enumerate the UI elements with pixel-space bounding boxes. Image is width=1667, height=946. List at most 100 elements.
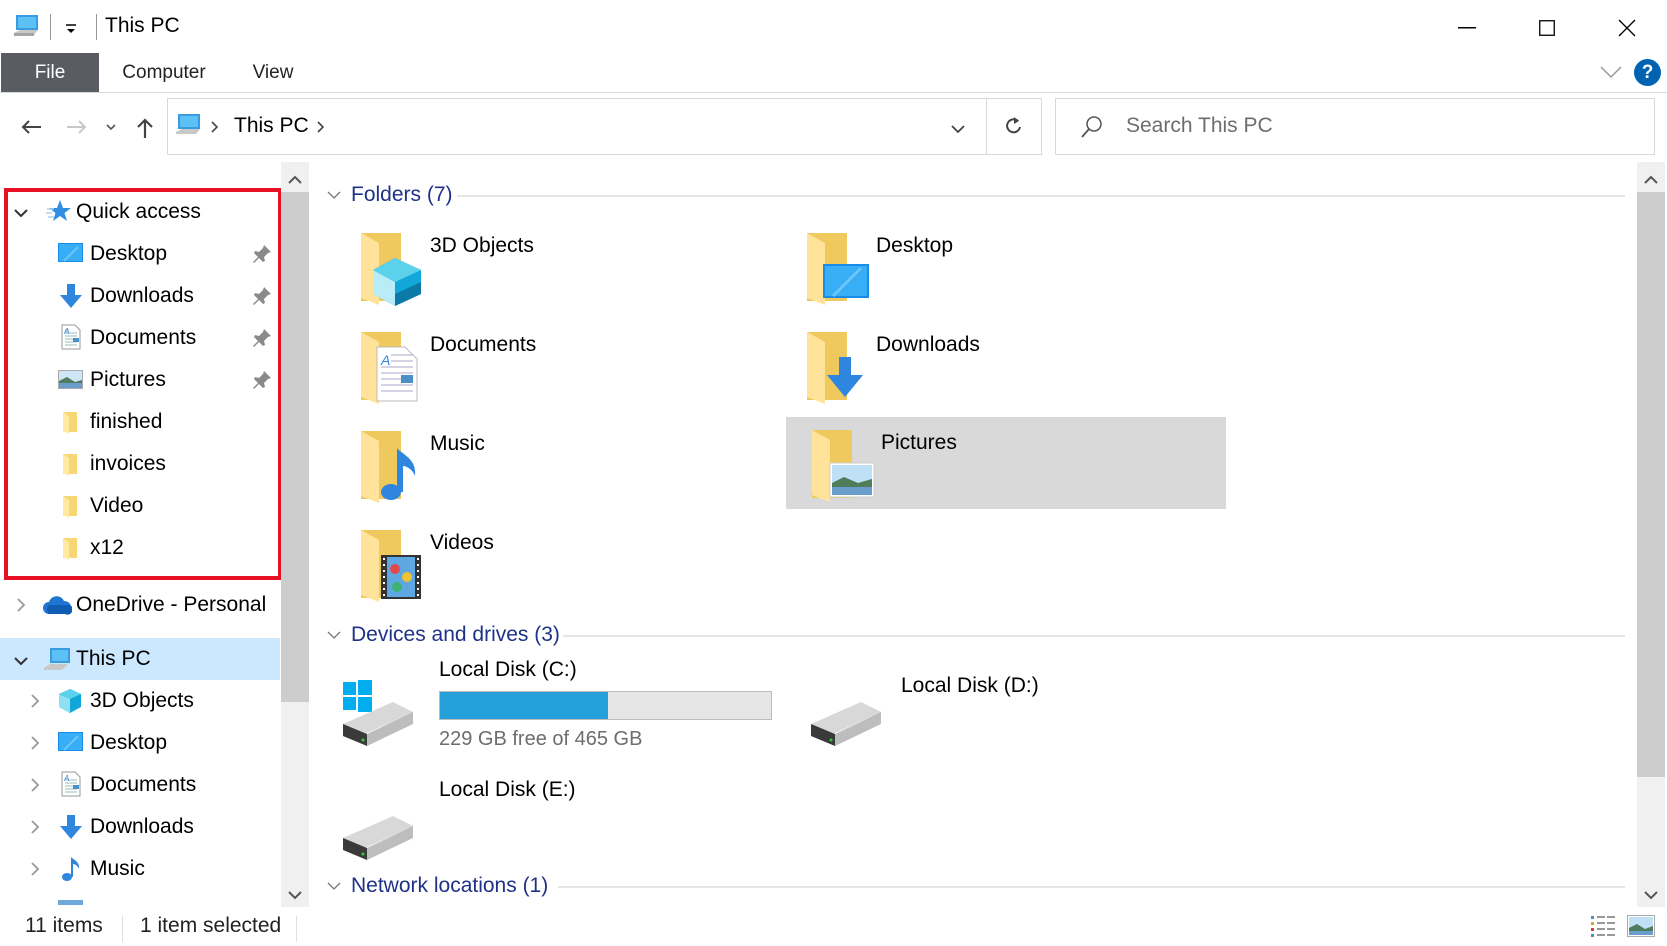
nav-label: Desktop	[90, 242, 168, 265]
nav-quick-invoices[interactable]: invoices	[0, 443, 280, 485]
chevron-right-icon[interactable]	[30, 778, 40, 797]
devices-group-header[interactable]: Devices and drives (3)	[327, 620, 560, 650]
pin-icon[interactable]	[252, 286, 272, 311]
drive-tile-d[interactable]: Local Disk (D:)	[795, 658, 1235, 768]
nav-pc-desktop[interactable]: Desktop	[0, 722, 280, 764]
folder-tile-desktop[interactable]: Desktop	[781, 220, 1221, 312]
nav-quick-x12[interactable]: x12	[0, 527, 280, 569]
videos-folder-icon	[355, 525, 427, 603]
nav-onedrive[interactable]: OneDrive - Personal	[0, 584, 280, 626]
drive-icon	[339, 812, 415, 867]
nav-this-pc[interactable]: This PC	[0, 638, 280, 680]
downloads-icon	[59, 283, 83, 314]
folder-icon	[61, 452, 79, 481]
this-pc-icon[interactable]	[12, 12, 42, 45]
folder-tile-music[interactable]: Music	[335, 418, 775, 510]
quick-access-toolbar-dropdown-icon[interactable]	[64, 22, 78, 40]
downloads-icon	[59, 814, 83, 845]
chevron-down-icon[interactable]	[14, 205, 28, 223]
content-scrollbar-thumb[interactable]	[1637, 192, 1665, 777]
nav-quick-access[interactable]: Quick access	[0, 191, 280, 233]
folder-icon	[61, 494, 79, 523]
expand-ribbon-icon[interactable]	[1600, 65, 1622, 84]
scroll-up-icon[interactable]	[287, 172, 303, 190]
large-icons-view-icon[interactable]	[1627, 914, 1655, 943]
nav-label: Music	[90, 857, 145, 880]
title-separator	[96, 14, 97, 40]
nav-label: Downloads	[90, 284, 194, 307]
scroll-down-icon[interactable]	[1643, 887, 1659, 905]
svg-text:A: A	[63, 774, 69, 783]
nav-quick-desktop[interactable]: Desktop	[0, 233, 280, 275]
chevron-right-icon[interactable]	[16, 598, 26, 617]
folder-tile-pictures[interactable]: Pictures	[786, 417, 1226, 509]
nav-pane-scrollbar-thumb[interactable]	[281, 192, 309, 702]
chevron-down-icon[interactable]	[14, 653, 28, 671]
breadcrumb-this-pc[interactable]: This PC	[234, 114, 309, 138]
search-box[interactable]: Search This PC	[1055, 98, 1655, 155]
nav-pc-music[interactable]: Music	[0, 848, 280, 890]
scroll-down-icon[interactable]	[287, 887, 303, 905]
folder-tile-downloads[interactable]: Downloads	[781, 319, 1221, 411]
windows-drive-icon	[339, 680, 415, 753]
tab-computer[interactable]: Computer	[112, 53, 216, 92]
drive-tile-e[interactable]: Local Disk (E:)	[327, 778, 787, 870]
nav-quick-finished[interactable]: finished	[0, 401, 280, 443]
group-label: Network locations (1)	[351, 874, 549, 897]
search-icon	[1080, 115, 1104, 144]
chevron-right-icon[interactable]	[30, 820, 40, 839]
nav-label: Video	[90, 494, 144, 517]
details-view-icon[interactable]	[1590, 914, 1616, 943]
nav-label: 3D Objects	[90, 689, 194, 712]
breadcrumb-separator-icon[interactable]	[210, 120, 219, 138]
desktop-folder-icon	[801, 228, 873, 306]
help-button[interactable]: ?	[1634, 59, 1661, 86]
nav-quick-pictures[interactable]: Pictures	[0, 359, 280, 401]
tab-file[interactable]: File	[1, 53, 99, 92]
status-separator	[122, 916, 123, 942]
nav-label: Quick access	[76, 200, 201, 223]
network-group-header[interactable]: Network locations (1)	[327, 871, 548, 901]
nav-pc-downloads[interactable]: Downloads	[0, 806, 280, 848]
folders-group-header[interactable]: Folders (7)	[327, 180, 453, 210]
tab-view[interactable]: View	[240, 53, 306, 92]
nav-pc-documents[interactable]: A Documents	[0, 764, 280, 806]
title-separator	[50, 14, 51, 40]
folder-tile-videos[interactable]: Videos	[335, 517, 775, 609]
refresh-icon[interactable]	[1004, 115, 1024, 142]
nav-quick-documents[interactable]: A Documents	[0, 317, 280, 359]
back-button[interactable]	[14, 112, 48, 142]
music-icon	[61, 855, 81, 888]
up-arrow-icon	[137, 118, 153, 138]
minimize-icon	[1458, 26, 1476, 28]
address-bar[interactable]: This PC	[167, 98, 1042, 155]
chevron-down-icon	[327, 631, 341, 639]
minimize-button[interactable]	[1427, 0, 1507, 55]
folder-tile-3d-objects[interactable]: 3D Objects	[335, 220, 775, 312]
chevron-right-icon[interactable]	[30, 736, 40, 755]
maximize-button[interactable]	[1507, 0, 1587, 55]
chevron-down-icon	[327, 191, 341, 199]
pin-icon[interactable]	[252, 370, 272, 395]
chevron-right-icon[interactable]	[30, 862, 40, 881]
nav-quick-downloads[interactable]: Downloads	[0, 275, 280, 317]
chevron-right-icon[interactable]	[30, 694, 40, 713]
close-button[interactable]	[1587, 0, 1667, 55]
address-dropdown-icon[interactable]	[950, 121, 966, 139]
forward-button[interactable]	[60, 112, 94, 142]
recent-locations-button[interactable]	[102, 118, 120, 136]
nav-quick-video[interactable]: Video	[0, 485, 280, 527]
breadcrumb-separator-icon[interactable]	[316, 120, 325, 138]
drive-tile-c[interactable]: Local Disk (C:) 229 GB free of 465 GB	[327, 658, 787, 768]
title-bar: This PC	[0, 0, 1667, 55]
scroll-up-icon[interactable]	[1643, 172, 1659, 190]
pin-icon[interactable]	[252, 328, 272, 353]
nav-pc-3d-objects[interactable]: 3D Objects	[0, 680, 280, 722]
folder-tile-documents[interactable]: A Documents	[335, 319, 775, 411]
drive-icon	[807, 698, 883, 753]
3d-objects-icon	[58, 688, 83, 719]
folder-name: Music	[430, 432, 485, 455]
pin-icon[interactable]	[252, 244, 272, 269]
up-button[interactable]	[132, 112, 158, 144]
search-placeholder[interactable]: Search This PC	[1126, 114, 1273, 138]
